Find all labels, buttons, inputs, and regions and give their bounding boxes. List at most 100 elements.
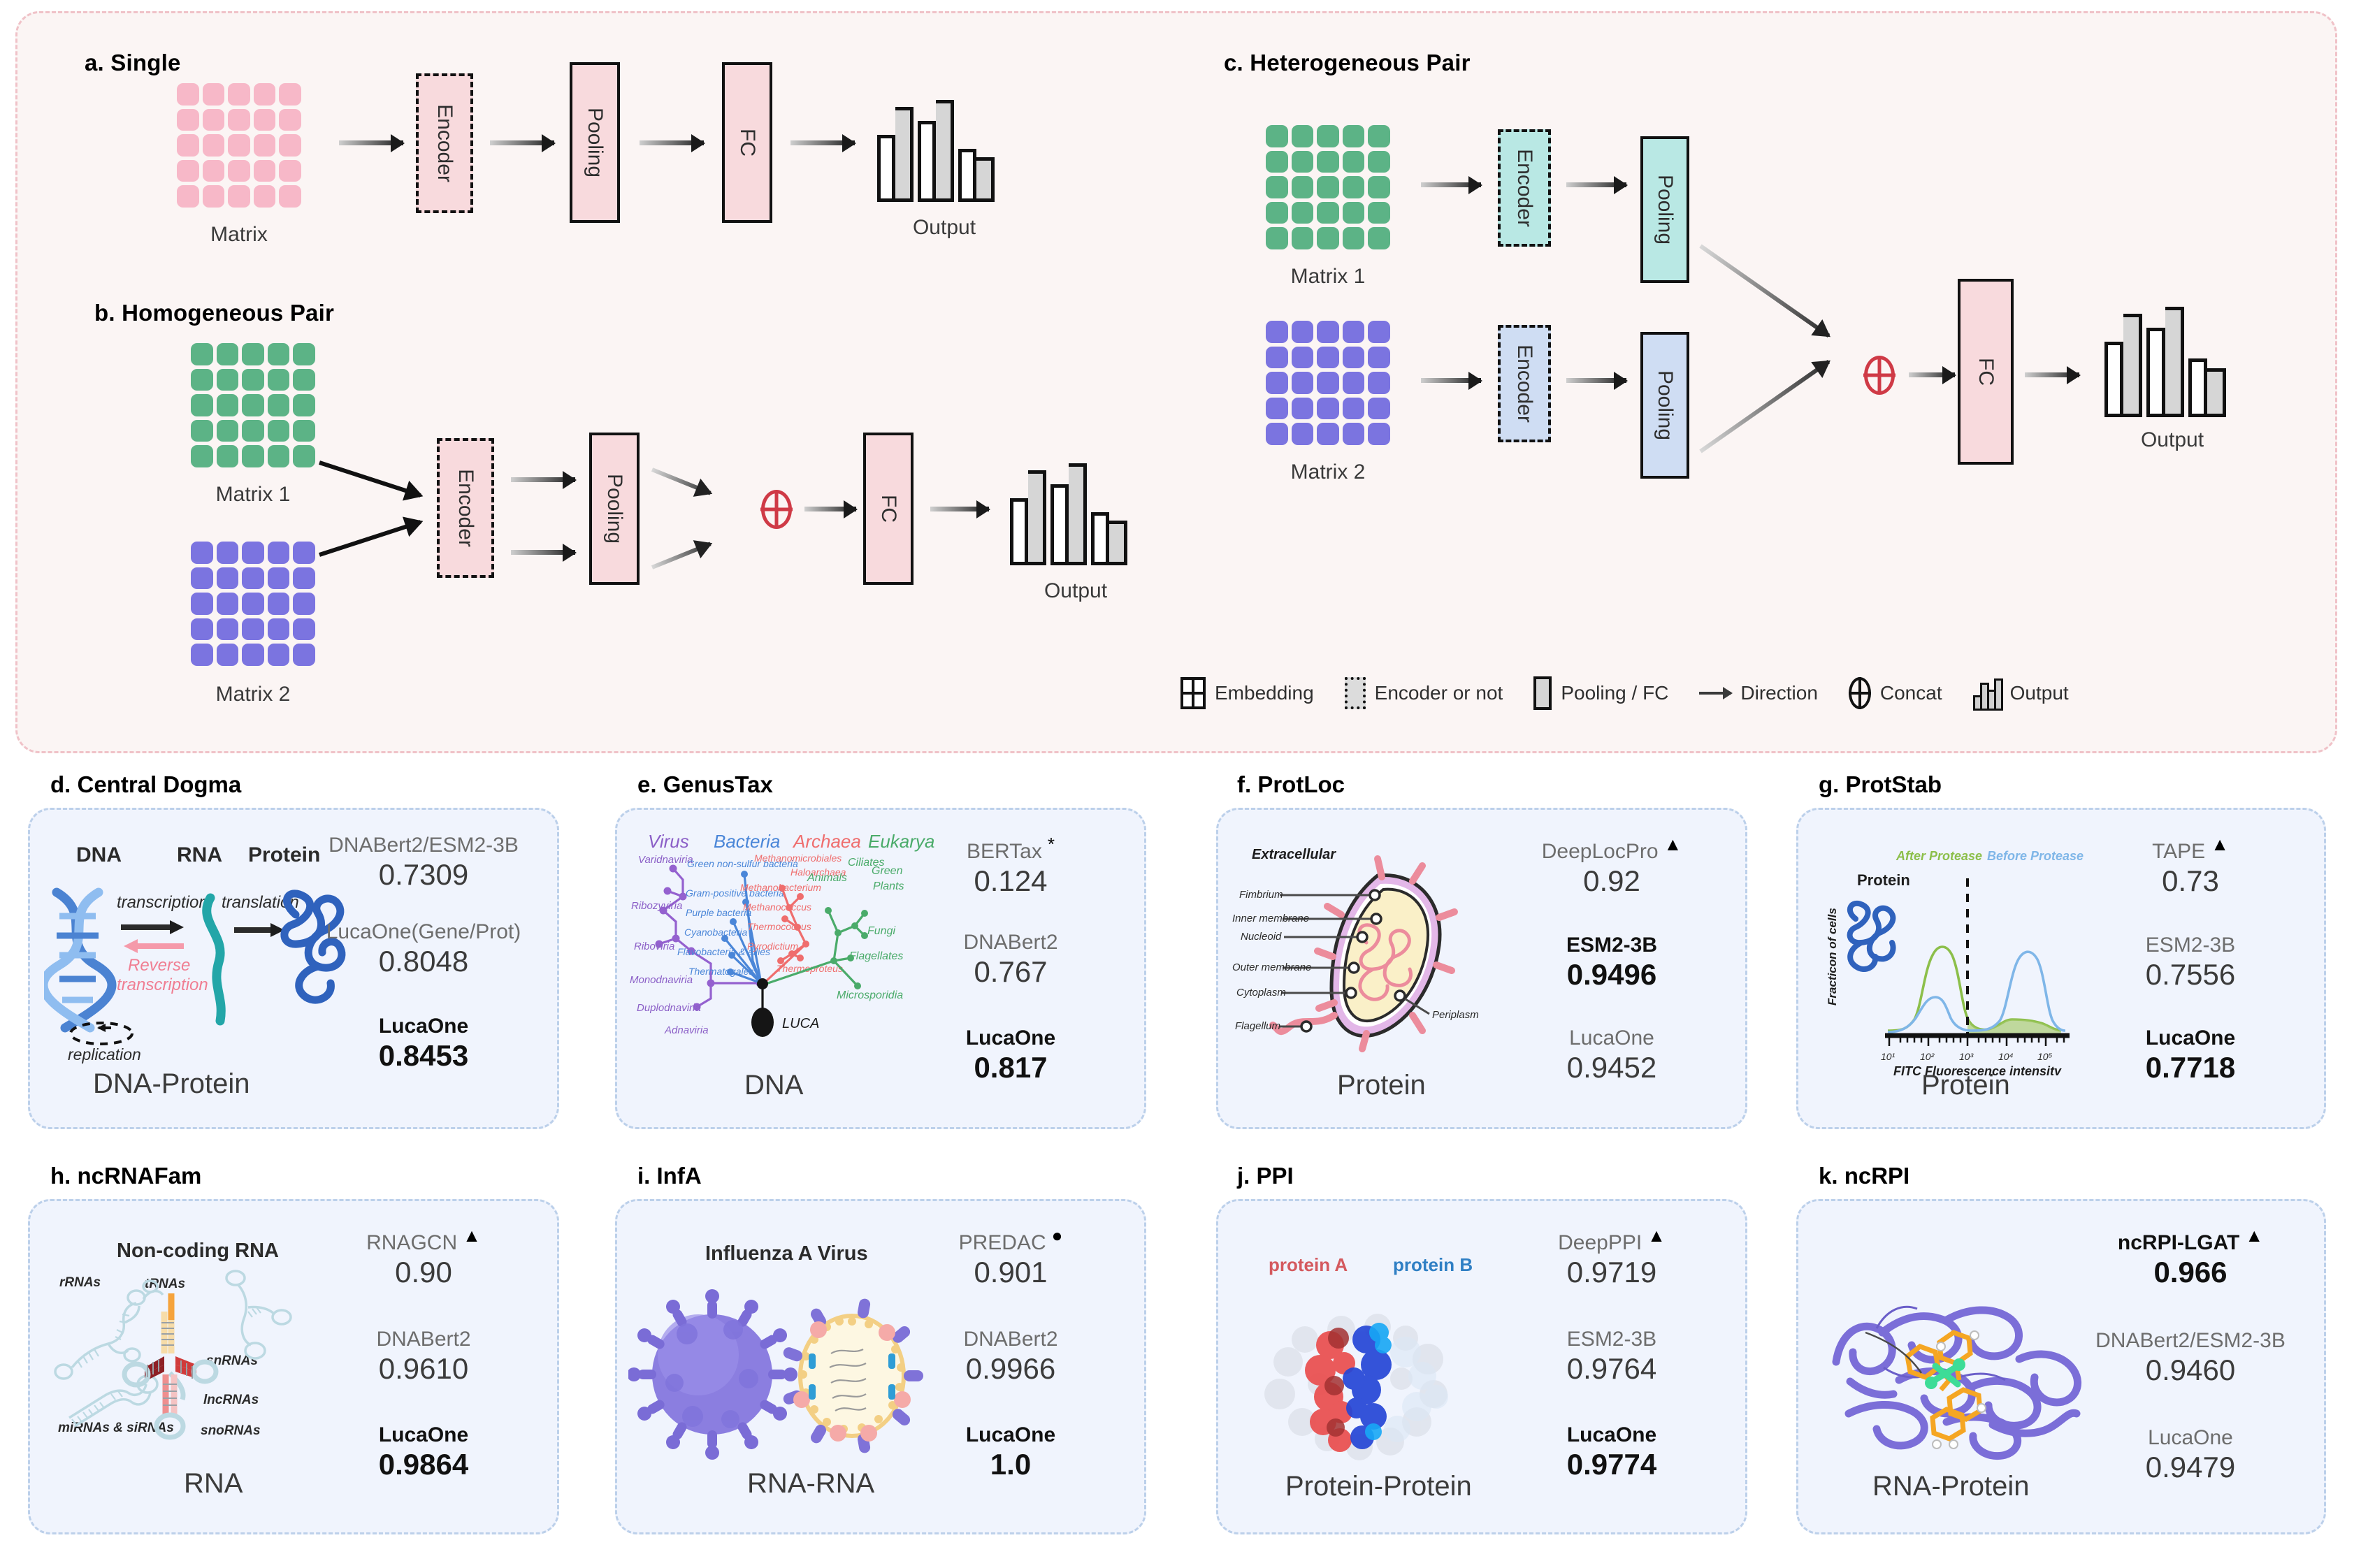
matrix-cell bbox=[1266, 397, 1288, 420]
matrix-a-embedding bbox=[177, 83, 301, 208]
matrix-cell bbox=[202, 108, 225, 131]
metric-row: TAPE ▲ 0.73 bbox=[2152, 834, 2229, 897]
output-bars-b bbox=[1010, 463, 1132, 565]
matrix-cell bbox=[216, 618, 239, 641]
matrix-cell bbox=[1342, 397, 1365, 420]
matrix-cell bbox=[293, 618, 315, 641]
heading-non-coding-rna: Non-coding RNA bbox=[117, 1240, 279, 1262]
matrix-cell bbox=[279, 185, 301, 208]
marker-triangle: ▲ bbox=[1663, 834, 1682, 855]
xtick-3: 10³ bbox=[1959, 1051, 1974, 1062]
matrix-cell bbox=[228, 134, 250, 157]
matrix-cell bbox=[1368, 397, 1390, 420]
matrix-cell bbox=[1291, 423, 1314, 445]
encoder-label-b: Encoder bbox=[454, 469, 477, 547]
matrix-cell bbox=[1266, 201, 1288, 224]
matrix-cell bbox=[267, 445, 290, 467]
metric-row: DNABert2 0.9610 bbox=[376, 1327, 471, 1385]
matrix-cell bbox=[228, 108, 250, 131]
task-f-modality: Protein bbox=[1337, 1070, 1426, 1101]
encoder-dashed-icon bbox=[1344, 677, 1366, 709]
pooling-block-c2: Pooling bbox=[1640, 332, 1689, 479]
task-card-protstab: After Protease Before Protease Protein F… bbox=[1796, 808, 2326, 1129]
taxon-animals: Animals bbox=[807, 872, 847, 884]
matrix-cell bbox=[279, 108, 301, 131]
metric-name: ncRPI-LGAT ▲ bbox=[2117, 1225, 2264, 1254]
metric-row: DNABert2/ESM2-3B 0.7309 bbox=[328, 834, 519, 891]
matrix-cell bbox=[267, 368, 290, 391]
task-f-title: f. ProtLoc bbox=[1237, 771, 1345, 797]
task-j-title: j. PPI bbox=[1237, 1163, 1294, 1189]
task-card-ppi: protein A protein B Protein-Protein Deep… bbox=[1216, 1199, 1747, 1534]
task-d-metrics: DNABert2/ESM2-3B 0.7309 LucaOne(Gene/Prot… bbox=[308, 834, 539, 1077]
fc-block-b: FC bbox=[863, 433, 914, 585]
arrow-right-icon bbox=[1699, 692, 1732, 695]
fc-label-c: FC bbox=[1974, 358, 1998, 386]
matrix-cell bbox=[1291, 125, 1314, 147]
metric-row: DNABert2 0.767 bbox=[963, 930, 1058, 988]
taxon-riboviria: Riboviria bbox=[634, 941, 674, 952]
matrix-cell bbox=[191, 343, 213, 365]
task-k-modality: RNA-Protein bbox=[1872, 1471, 2030, 1502]
task-d-title: d. Central Dogma bbox=[50, 771, 242, 797]
arrow-b-1 bbox=[319, 460, 421, 498]
task-card-genustax: Virus Bacteria Archaea Eukarya Varidnavi… bbox=[615, 808, 1146, 1129]
matrix-cell bbox=[1368, 227, 1390, 249]
taxon-monodnaviria: Monodnaviria bbox=[630, 974, 693, 986]
legend-item-embedding: Embedding bbox=[1180, 677, 1314, 709]
task-f-metrics: DeepLocPro ▲ 0.92 ESM2-3B 0.9496 LucaOne 0.9… bbox=[1496, 834, 1727, 1089]
arrow-b-5 bbox=[651, 467, 712, 495]
matrix-cell bbox=[1368, 346, 1390, 369]
matrix-cell bbox=[202, 83, 225, 106]
pooling-label-c2: Pooling bbox=[1654, 370, 1677, 441]
family-trnas: tRNAs bbox=[145, 1277, 185, 1291]
matrix-cell bbox=[242, 644, 264, 666]
matrix-cell bbox=[1291, 201, 1314, 224]
taxon-methanomicrobiales: Methanomicrobiales bbox=[754, 852, 842, 864]
embedding-icon bbox=[1180, 677, 1206, 709]
matrix-cell bbox=[267, 644, 290, 666]
matrix-cell bbox=[1317, 150, 1339, 173]
metric-row: ncRPI-LGAT ▲ 0.966 bbox=[2117, 1225, 2264, 1288]
matrix-cell bbox=[1368, 321, 1390, 343]
metric-row: BERTax * 0.124 bbox=[967, 834, 1055, 897]
matrix-cell bbox=[177, 83, 199, 106]
matrix-cell bbox=[1266, 346, 1288, 369]
metric-row: LucaOne 0.817 bbox=[965, 1026, 1056, 1084]
matrix-cell bbox=[216, 644, 239, 666]
label-extracellular: Extracellular bbox=[1252, 847, 1336, 862]
domain-label-virus: Virus bbox=[648, 831, 689, 852]
matrix-c2-label: Matrix 2 bbox=[1290, 460, 1366, 484]
matrix-cell bbox=[1266, 372, 1288, 394]
matrix-cell bbox=[1266, 321, 1288, 343]
trna-cloverleaf-icon bbox=[122, 1293, 219, 1440]
matrix-cell bbox=[1368, 176, 1390, 198]
luca-node bbox=[757, 978, 768, 989]
family-rrnas: rRNAs bbox=[59, 1275, 101, 1290]
matrix-cell bbox=[191, 445, 213, 467]
fc-label-b: FC bbox=[877, 495, 900, 523]
matrix-cell bbox=[1291, 176, 1314, 198]
pooling-block-c1: Pooling bbox=[1640, 136, 1689, 283]
label-protein-stab: Protein bbox=[1857, 871, 1910, 889]
encoder-block-c2: Encoder bbox=[1498, 325, 1551, 442]
matrix-cell bbox=[293, 593, 315, 615]
task-h-modality: RNA bbox=[184, 1468, 243, 1499]
curve-after-protease-fill bbox=[1967, 1018, 2061, 1035]
task-k-metrics: ncRPI-LGAT ▲ 0.966 DNABert2/ESM2-3B 0.9460 … bbox=[2075, 1225, 2306, 1489]
matrix-cell bbox=[202, 134, 225, 157]
taxon-methanococcus: Methanococcus bbox=[743, 901, 811, 913]
matrix-cell bbox=[242, 618, 264, 641]
domain-label-bacteria: Bacteria bbox=[714, 831, 780, 852]
legend-item-direction: Direction bbox=[1699, 682, 1818, 704]
marker-triangle: ▲ bbox=[463, 1225, 481, 1246]
matrix-cell bbox=[293, 343, 315, 365]
matrix-cell bbox=[242, 542, 264, 564]
matrix-cell bbox=[216, 394, 239, 416]
matrix-cell bbox=[177, 159, 199, 182]
encoder-label-c1: Encoder bbox=[1513, 149, 1536, 227]
metric-name: TAPE ▲ bbox=[2152, 834, 2229, 863]
taxon-varidnaviria: Varidnaviria bbox=[638, 854, 693, 866]
arrow-a-3 bbox=[640, 140, 704, 145]
encoder-block-c1: Encoder bbox=[1498, 129, 1551, 247]
